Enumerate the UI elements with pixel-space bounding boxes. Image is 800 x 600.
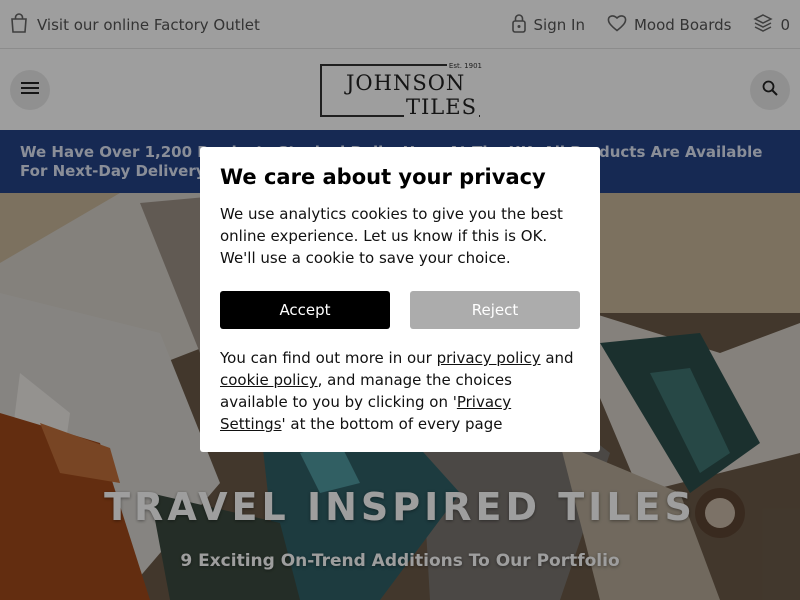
reject-button[interactable]: Reject	[410, 291, 580, 329]
privacy-dialog: We care about your privacy We use analyt…	[200, 147, 600, 452]
privacy-more-and: and	[540, 349, 574, 367]
privacy-more-prefix: You can find out more in our	[220, 349, 437, 367]
privacy-more-suffix: ' at the bottom of every page	[281, 415, 503, 433]
privacy-body: We use analytics cookies to give you the…	[220, 205, 563, 267]
privacy-more-info: You can find out more in our privacy pol…	[220, 347, 580, 435]
accept-button[interactable]: Accept	[220, 291, 390, 329]
cookie-policy-link[interactable]: cookie policy	[220, 371, 318, 389]
privacy-policy-link[interactable]: privacy policy	[437, 349, 541, 367]
privacy-heading: We care about your privacy	[220, 165, 546, 189]
privacy-actions: Accept Reject	[220, 291, 580, 329]
